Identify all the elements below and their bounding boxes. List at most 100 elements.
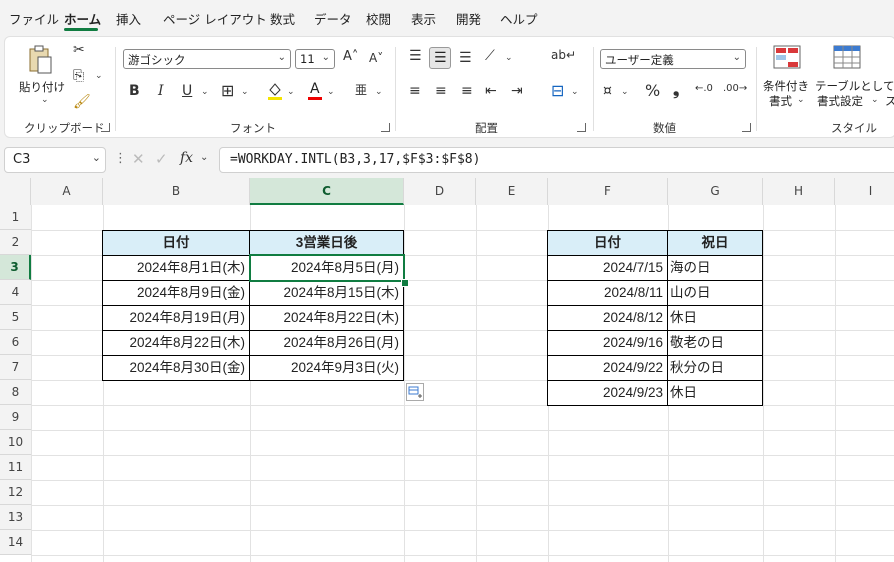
name-box[interactable]: C3 ⌄: [4, 147, 106, 173]
grow-font-icon[interactable]: A˄: [343, 50, 358, 63]
chevron-down-icon[interactable]: ⌄: [41, 95, 49, 105]
menu-page-layout[interactable]: ページ レイアウト: [163, 9, 267, 28]
table-header-cell[interactable]: 日付: [102, 230, 250, 256]
chevron-down-icon[interactable]: ⌄: [571, 87, 579, 97]
cancel-icon[interactable]: ✕: [132, 150, 145, 168]
font-size-select[interactable]: 11 ⌄: [295, 49, 335, 69]
launcher-icon[interactable]: [577, 123, 586, 132]
column-header-i[interactable]: I: [835, 178, 894, 205]
menu-formulas[interactable]: 数式: [270, 9, 295, 28]
align-right-icon[interactable]: ≡: [461, 84, 473, 98]
menu-file[interactable]: ファイル: [9, 9, 59, 28]
percent-button[interactable]: %: [645, 83, 660, 99]
border-icon[interactable]: ⊞: [221, 83, 234, 99]
font-color-icon[interactable]: A: [307, 81, 323, 101]
row-header[interactable]: 5: [0, 305, 31, 330]
chevron-down-icon[interactable]: ⌄: [287, 87, 295, 97]
row-header[interactable]: 13: [0, 505, 31, 530]
table-cell[interactable]: 2024/9/23: [547, 380, 668, 406]
quick-analysis-button[interactable]: [406, 383, 424, 401]
paste-icon[interactable]: [27, 45, 53, 75]
table-header-cell[interactable]: 祝日: [667, 230, 763, 256]
row-header[interactable]: 4: [0, 280, 31, 305]
align-bottom-icon[interactable]: ☰: [459, 51, 472, 65]
cut-icon[interactable]: ✂: [73, 43, 85, 57]
chevron-down-icon[interactable]: ⌄: [621, 87, 629, 97]
insert-function-button[interactable]: fx: [180, 150, 193, 166]
row-header[interactable]: 9: [0, 405, 31, 430]
chevron-down-icon[interactable]: ⌄: [241, 87, 249, 97]
menu-review[interactable]: 校閲: [366, 9, 391, 28]
row-header[interactable]: 10: [0, 430, 31, 455]
row-header[interactable]: 12: [0, 480, 31, 505]
table-cell[interactable]: 2024年8月26日(月): [249, 330, 404, 356]
table-cell[interactable]: 2024/9/22: [547, 355, 668, 381]
row-header[interactable]: 11: [0, 455, 31, 480]
increase-decimal-icon[interactable]: ←.0: [695, 84, 713, 94]
row-header[interactable]: 2: [0, 230, 31, 255]
align-center-icon[interactable]: ≡: [435, 84, 447, 98]
table-cell[interactable]: 2024年8月22日(木): [249, 305, 404, 331]
menu-view[interactable]: 表示: [411, 9, 436, 28]
table-cell[interactable]: 休日: [667, 305, 763, 331]
chevron-down-icon[interactable]: ⌄: [200, 152, 208, 163]
table-cell[interactable]: 敬老の日: [667, 330, 763, 356]
column-header-b[interactable]: B: [103, 178, 250, 205]
conditional-format-icon[interactable]: [773, 45, 801, 71]
column-header-d[interactable]: D: [404, 178, 476, 205]
copy-icon[interactable]: ⎘: [73, 69, 84, 83]
chevron-down-icon[interactable]: ⌄: [95, 71, 103, 81]
row-header-selected[interactable]: 3: [0, 255, 31, 280]
spreadsheet-grid[interactable]: A B C D E F G H I 1 2 3 4 5 6 7 8 9 10 1…: [0, 178, 894, 562]
table-cell[interactable]: 2024/8/12: [547, 305, 668, 331]
more-options-icon[interactable]: ⋮: [114, 151, 127, 166]
format-as-table-icon[interactable]: [833, 45, 861, 71]
table-header-cell[interactable]: 3営業日後: [249, 230, 404, 256]
table-cell[interactable]: 2024年8月22日(木): [102, 330, 250, 356]
table-cell[interactable]: 2024/8/11: [547, 280, 668, 306]
menu-insert[interactable]: 挿入: [116, 9, 141, 28]
row-header[interactable]: 1: [0, 205, 31, 230]
align-left-icon[interactable]: ≡: [409, 84, 421, 98]
row-header[interactable]: 7: [0, 355, 31, 380]
decrease-indent-icon[interactable]: ⇤: [485, 84, 497, 98]
conditional-format-label-1[interactable]: 条件付き: [763, 78, 809, 94]
column-header-f[interactable]: F: [548, 178, 668, 205]
format-painter-icon[interactable]: 🖌: [73, 95, 91, 109]
column-header-c[interactable]: C: [250, 178, 404, 205]
column-header-h[interactable]: H: [763, 178, 835, 205]
shrink-font-icon[interactable]: A˅: [369, 52, 383, 64]
paste-button[interactable]: 貼り付け: [19, 79, 65, 95]
orientation-icon[interactable]: ⟋: [485, 49, 495, 63]
phonetic-icon[interactable]: 亜: [355, 84, 367, 96]
fill-handle[interactable]: [401, 279, 409, 287]
increase-indent-icon[interactable]: ⇥: [511, 84, 523, 98]
table-cell[interactable]: 2024年8月19日(月): [102, 305, 250, 331]
italic-button[interactable]: I: [158, 84, 164, 98]
table-cell[interactable]: 2024/9/16: [547, 330, 668, 356]
align-middle-button[interactable]: ☰: [429, 47, 451, 69]
bold-button[interactable]: B: [129, 84, 140, 98]
table-cell[interactable]: 2024年9月3日(火): [249, 355, 404, 381]
table-cell[interactable]: 海の日: [667, 255, 763, 281]
table-cell[interactable]: 山の日: [667, 280, 763, 306]
format-as-table-label-1[interactable]: テーブルとして: [815, 78, 894, 94]
table-cell[interactable]: 2024年8月1日(木): [102, 255, 250, 281]
column-header-e[interactable]: E: [476, 178, 548, 205]
chevron-down-icon[interactable]: ⌄: [201, 87, 209, 97]
launcher-icon[interactable]: [742, 123, 751, 132]
chevron-down-icon[interactable]: ⌄: [375, 87, 383, 97]
column-header-a[interactable]: A: [31, 178, 103, 205]
menu-data[interactable]: データ: [314, 9, 352, 28]
format-as-table-label-2[interactable]: 書式設定: [817, 93, 863, 109]
chevron-down-icon[interactable]: ⌄: [327, 87, 335, 97]
fill-color-icon[interactable]: [267, 81, 283, 101]
select-all-corner[interactable]: [0, 178, 31, 205]
menu-home[interactable]: ホーム: [64, 9, 101, 28]
table-cell[interactable]: 2024年8月30日(金): [102, 355, 250, 381]
row-header[interactable]: 6: [0, 330, 31, 355]
font-name-select[interactable]: 游ゴシック ⌄: [123, 49, 291, 69]
table-cell[interactable]: 2024/7/15: [547, 255, 668, 281]
cell-styles-label[interactable]: ス: [885, 93, 894, 109]
launcher-icon[interactable]: [101, 123, 110, 132]
